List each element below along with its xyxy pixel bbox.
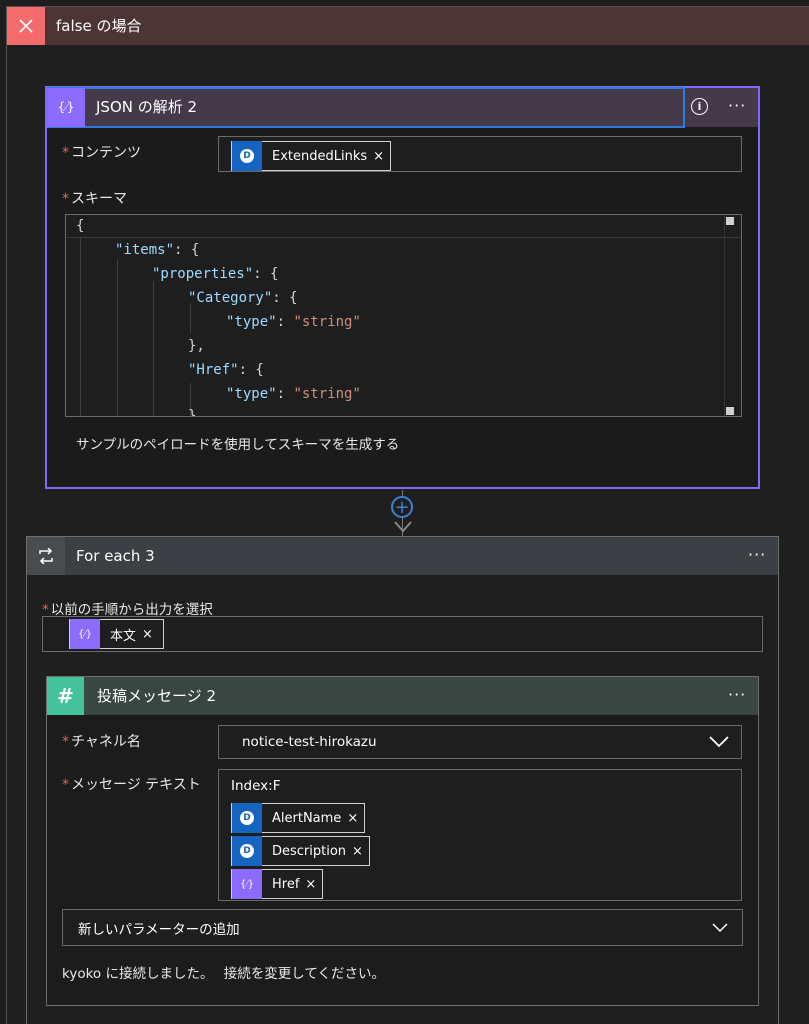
- remove-token-icon[interactable]: ×: [373, 149, 390, 164]
- code-punct: :: [276, 314, 294, 330]
- channel-label: * チャネル名: [62, 731, 141, 751]
- code-type-key: "type": [226, 314, 277, 330]
- token-label: Description: [272, 843, 347, 859]
- slack-icon: #: [47, 677, 84, 715]
- select-output-label: * 以前の手順から出力を選択: [42, 598, 213, 618]
- required-mark: *: [62, 734, 69, 750]
- token-alertname[interactable]: D AlertName ×: [231, 803, 366, 833]
- info-icon[interactable]: i: [691, 98, 708, 115]
- dynamics-icon: D: [232, 836, 262, 866]
- code-punct: : {: [253, 266, 279, 282]
- code-punct: : {: [272, 290, 298, 306]
- message-label-text: メッセージ テキスト: [71, 777, 201, 793]
- channel-label-text: チャネル名: [71, 734, 141, 750]
- change-connection-link[interactable]: 接続を変更してください。: [224, 966, 385, 982]
- loop-icon: [27, 537, 65, 575]
- more-options-icon[interactable]: ···: [748, 545, 766, 564]
- channel-select[interactable]: notice-test-hirokazu: [218, 725, 742, 759]
- scrollbar-bottom[interactable]: [726, 407, 734, 415]
- token-extendedlinks[interactable]: D ExtendedLinks ×: [231, 141, 392, 171]
- connection-text: kyoko に接続しました。: [62, 966, 214, 982]
- code-properties-key: "properties": [152, 266, 254, 282]
- parse-json-icon: {⁄}: [47, 88, 85, 127]
- parse-json-token-icon: {⁄}: [70, 619, 100, 649]
- channel-value: notice-test-hirokazu: [242, 734, 377, 750]
- parse-json-token-icon: {⁄}: [232, 869, 262, 899]
- generate-schema-link[interactable]: サンプルのペイロードを使用してスキーマを生成する: [76, 433, 399, 453]
- code-punct: }: [188, 408, 197, 417]
- remove-token-icon[interactable]: ×: [352, 844, 369, 859]
- token-href[interactable]: {⁄} Href ×: [231, 869, 324, 899]
- schema-label: * スキーマ: [62, 188, 127, 208]
- branch-close-icon[interactable]: [7, 7, 45, 45]
- code-category-key: "Category": [188, 290, 273, 306]
- schema-label-text: スキーマ: [71, 191, 127, 207]
- post-message-title[interactable]: 投稿メッセージ 2: [97, 677, 216, 715]
- parse-json-title[interactable]: JSON の解析 2: [96, 88, 197, 127]
- code-punct: : {: [238, 362, 264, 378]
- required-mark: *: [62, 145, 69, 161]
- required-mark: *: [62, 777, 69, 793]
- code-href-key: "Href": [188, 362, 239, 378]
- code-items-key: "items": [115, 242, 175, 258]
- connection-status: kyoko に接続しました。 接続を変更してください。: [62, 962, 385, 982]
- message-label: * メッセージ テキスト: [62, 774, 201, 794]
- code-brace: {: [76, 218, 85, 234]
- token-label: AlertName: [272, 810, 342, 826]
- token-description[interactable]: D Description ×: [231, 836, 370, 866]
- schema-code-editor[interactable]: { "items": { "properties": { "Category":…: [65, 214, 742, 417]
- code-punct: },: [188, 338, 205, 354]
- dynamics-icon: D: [232, 141, 262, 171]
- add-step-icon[interactable]: +: [391, 496, 413, 518]
- dynamics-icon: D: [232, 803, 262, 833]
- more-options-icon[interactable]: ···: [728, 96, 746, 115]
- content-label-text: コンテンツ: [71, 145, 141, 161]
- token-body[interactable]: {⁄} 本文 ×: [69, 619, 164, 649]
- remove-token-icon[interactable]: ×: [305, 877, 322, 892]
- code-string-value: "string": [293, 386, 361, 402]
- code-string-value: "string": [293, 314, 361, 330]
- code-punct: :: [276, 386, 294, 402]
- message-static-text: Index:F: [231, 778, 281, 794]
- token-label: ExtendedLinks: [272, 148, 368, 164]
- remove-token-icon[interactable]: ×: [142, 627, 163, 642]
- for-each-title[interactable]: For each 3: [76, 537, 155, 575]
- code-punct: : {: [174, 242, 200, 258]
- add-parameter-label: 新しいパラメーターの追加: [78, 921, 240, 938]
- token-label: Href: [272, 876, 300, 892]
- code-type-key: "type": [226, 386, 277, 402]
- remove-token-icon[interactable]: ×: [347, 811, 364, 826]
- content-label: * コンテンツ: [62, 142, 141, 162]
- token-label: 本文: [110, 628, 137, 644]
- branch-title: false の場合: [56, 17, 142, 35]
- more-options-icon[interactable]: ···: [728, 685, 746, 704]
- scrollbar-top[interactable]: [726, 217, 734, 225]
- chevron-down-icon: [712, 922, 728, 932]
- add-parameter-select[interactable]: 新しいパラメーターの追加: [62, 909, 743, 946]
- required-mark: *: [62, 191, 69, 207]
- chevron-down-icon: [709, 736, 729, 748]
